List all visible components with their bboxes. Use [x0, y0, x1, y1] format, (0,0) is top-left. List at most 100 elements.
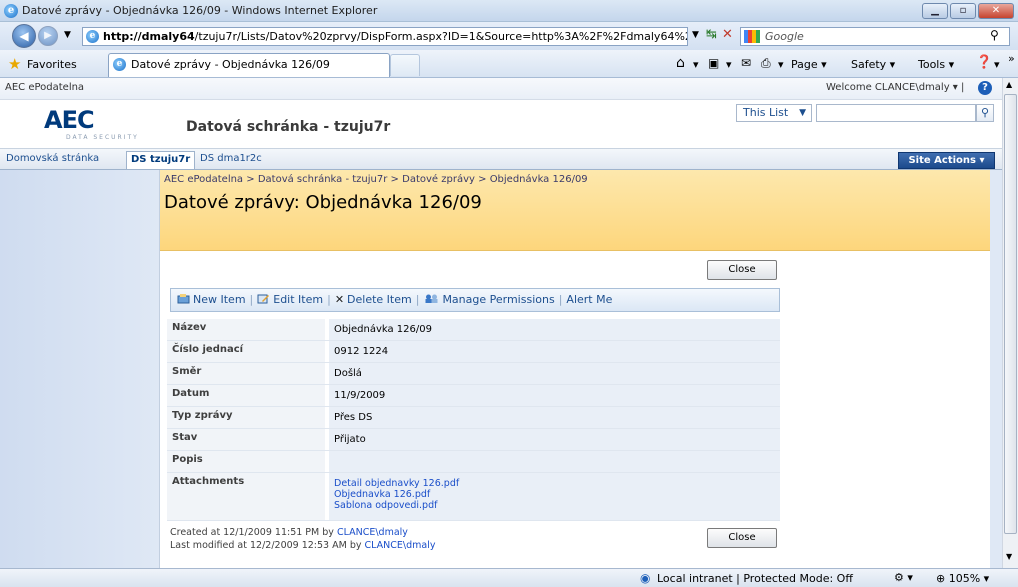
- print-icon[interactable]: ⎙: [761, 56, 771, 71]
- maximize-button[interactable]: ▫: [950, 3, 976, 19]
- field-row-stav: Stav Přijato: [167, 429, 780, 451]
- manage-permissions-button[interactable]: Manage Permissions: [423, 293, 555, 306]
- site-search-icon[interactable]: ⚲: [976, 104, 994, 122]
- address-dropdown-icon[interactable]: ▼: [692, 30, 699, 40]
- toolbar-separator: |: [327, 293, 331, 306]
- site-actions-label: Site Actions: [908, 155, 976, 166]
- edit-item-button[interactable]: Edit Item: [257, 293, 323, 306]
- home-dropdown-icon[interactable]: ▾: [693, 58, 699, 71]
- star-icon: ★: [8, 55, 22, 73]
- created-by-link[interactable]: CLANCE\dmaly: [337, 527, 408, 538]
- search-icon[interactable]: ⚲: [990, 28, 999, 42]
- stop-icon[interactable]: ✕: [722, 27, 733, 42]
- sharepoint-global-bar: AEC ePodatelna Welcome CLANCE\dmaly ▾ | …: [0, 78, 1002, 100]
- page-icon: e: [86, 30, 99, 43]
- item-fields: Název Objednávka 126/09 Číslo jednací 0912…: [167, 319, 780, 521]
- field-row-typ-zpravy: Typ zprávy Přes DS: [167, 407, 780, 429]
- feeds-icon[interactable]: ▣: [708, 56, 719, 70]
- new-item-button[interactable]: New Item: [177, 293, 246, 306]
- new-item-label: New Item: [193, 293, 246, 306]
- page-menu[interactable]: Page ▾: [791, 58, 827, 71]
- close-button-top[interactable]: Close: [707, 260, 777, 280]
- created-line: Created at 12/1/2009 11:51 PM by CLANCE\…: [170, 526, 435, 539]
- field-value: Došlá: [329, 363, 780, 384]
- page-title: Datové zprávy: Objednávka 126/09: [164, 192, 482, 213]
- intranet-globe-icon: ◉: [640, 571, 651, 585]
- help-icon[interactable]: ❓: [976, 55, 992, 70]
- help-dropdown-icon[interactable]: ▾: [994, 58, 1000, 71]
- new-tab-button[interactable]: [390, 54, 420, 76]
- field-value: Objednávka 126/09: [329, 319, 780, 340]
- close-button-bottom[interactable]: Close: [707, 528, 777, 548]
- logo[interactable]: AEC: [44, 106, 95, 134]
- attachment-link[interactable]: Sablona odpovedi.pdf: [334, 500, 780, 511]
- page-menu-label: Page: [791, 58, 818, 71]
- address-input[interactable]: e http://dmaly64/tzuju7r/Lists/Datov%20z…: [82, 27, 688, 46]
- home-icon[interactable]: ⌂: [676, 55, 685, 71]
- favorites-button[interactable]: ★ Favorites: [4, 54, 84, 74]
- scroll-up-icon[interactable]: ▲: [1006, 80, 1012, 89]
- nav-current[interactable]: DS tzuju7r: [126, 151, 196, 169]
- zoom-value: 105%: [948, 572, 981, 585]
- nav-home[interactable]: Domovská stránka: [6, 153, 99, 164]
- search-scope-select[interactable]: This List ▼: [736, 104, 812, 122]
- attachment-link[interactable]: Objednavka 126.pdf: [334, 489, 780, 500]
- created-text: Created at 12/1/2009 11:51 PM by: [170, 527, 334, 538]
- permissions-icon: [425, 294, 438, 303]
- breadcrumb-root[interactable]: AEC ePodatelna: [164, 174, 243, 185]
- toolbar-separator: |: [558, 293, 563, 306]
- breadcrumb-site[interactable]: Datová schránka - tzuju7r: [258, 174, 388, 185]
- nav-other[interactable]: DS dma1r2c: [200, 153, 262, 164]
- field-label: Popis: [167, 451, 325, 472]
- breadcrumb: AEC ePodatelna > Datová schránka - tzuju…: [164, 174, 588, 185]
- close-window-button[interactable]: ✕: [978, 3, 1014, 19]
- search-input[interactable]: Google: [740, 27, 1010, 46]
- breadcrumb-item: Objednávka 126/09: [489, 174, 588, 185]
- security-zone[interactable]: Local intranet | Protected Mode: Off: [657, 572, 853, 585]
- safety-menu[interactable]: Safety ▾: [851, 58, 895, 71]
- title-bar: e Datové zprávy - Objednávka 126/09 - Wi…: [0, 0, 1018, 22]
- vertical-scrollbar[interactable]: ▲ ▼: [1002, 78, 1018, 568]
- field-label: Název: [167, 319, 325, 340]
- tab-page-icon: e: [113, 58, 126, 71]
- tab-title: Datové zprávy - Objednávka 126/09: [131, 58, 330, 71]
- breadcrumb-separator: >: [246, 174, 255, 185]
- zoom-level[interactable]: ⊕ 105% ▾: [936, 572, 989, 585]
- refresh-icon[interactable]: ↹: [706, 27, 717, 42]
- window-title: Datové zprávy - Objednávka 126/09 - Wind…: [22, 4, 378, 17]
- scroll-thumb[interactable]: [1004, 94, 1017, 534]
- site-collection-link[interactable]: AEC ePodatelna: [5, 82, 84, 93]
- print-dropdown-icon[interactable]: ▾: [778, 58, 784, 71]
- site-title[interactable]: Datová schránka - tzuju7r: [186, 119, 390, 135]
- history-dropdown-icon[interactable]: ▼: [64, 30, 71, 40]
- tools-menu[interactable]: Tools ▾: [918, 58, 954, 71]
- field-row-attachments: Attachments Detail objednavky 126.pdf Ob…: [167, 473, 780, 521]
- breadcrumb-list[interactable]: Datové zprávy: [402, 174, 475, 185]
- protected-mode-icon[interactable]: ⚙ ▾: [894, 571, 913, 584]
- site-search-input[interactable]: [816, 104, 976, 122]
- search-scope-label: This List: [743, 106, 789, 119]
- field-label: Směr: [167, 363, 325, 384]
- field-value: [329, 451, 780, 472]
- back-button[interactable]: ◀: [12, 24, 36, 48]
- chevron-more-icon[interactable]: »: [1008, 52, 1015, 65]
- top-navigation: Domovská stránka DS tzuju7r DS dma1r2c S…: [0, 148, 1002, 170]
- chevron-down-icon: ▼: [799, 108, 806, 118]
- welcome-menu[interactable]: Welcome CLANCE\dmaly ▾ |: [826, 82, 964, 93]
- delete-item-button[interactable]: ✕ Delete Item: [335, 293, 412, 306]
- breadcrumb-separator: >: [478, 174, 487, 185]
- forward-button[interactable]: ▶: [38, 26, 58, 46]
- modified-by-link[interactable]: CLANCE\dmaly: [365, 540, 436, 551]
- favorites-row: ★ Favorites e Datové zprávy - Objednávka…: [0, 50, 1018, 78]
- right-gutter: [990, 170, 1002, 568]
- feeds-dropdown-icon[interactable]: ▾: [726, 58, 732, 71]
- minimize-button[interactable]: ▁: [922, 3, 948, 19]
- field-value: Přes DS: [329, 407, 780, 428]
- sp-help-icon[interactable]: ?: [978, 81, 992, 95]
- site-actions-button[interactable]: Site Actions ▾: [898, 152, 995, 169]
- alert-me-button[interactable]: Alert Me: [566, 293, 612, 306]
- attachment-link[interactable]: Detail objednavky 126.pdf: [334, 478, 780, 489]
- browser-tab[interactable]: e Datové zprávy - Objednávka 126/09: [108, 53, 390, 77]
- mail-icon[interactable]: ✉: [741, 56, 751, 70]
- scroll-down-icon[interactable]: ▼: [1006, 552, 1012, 561]
